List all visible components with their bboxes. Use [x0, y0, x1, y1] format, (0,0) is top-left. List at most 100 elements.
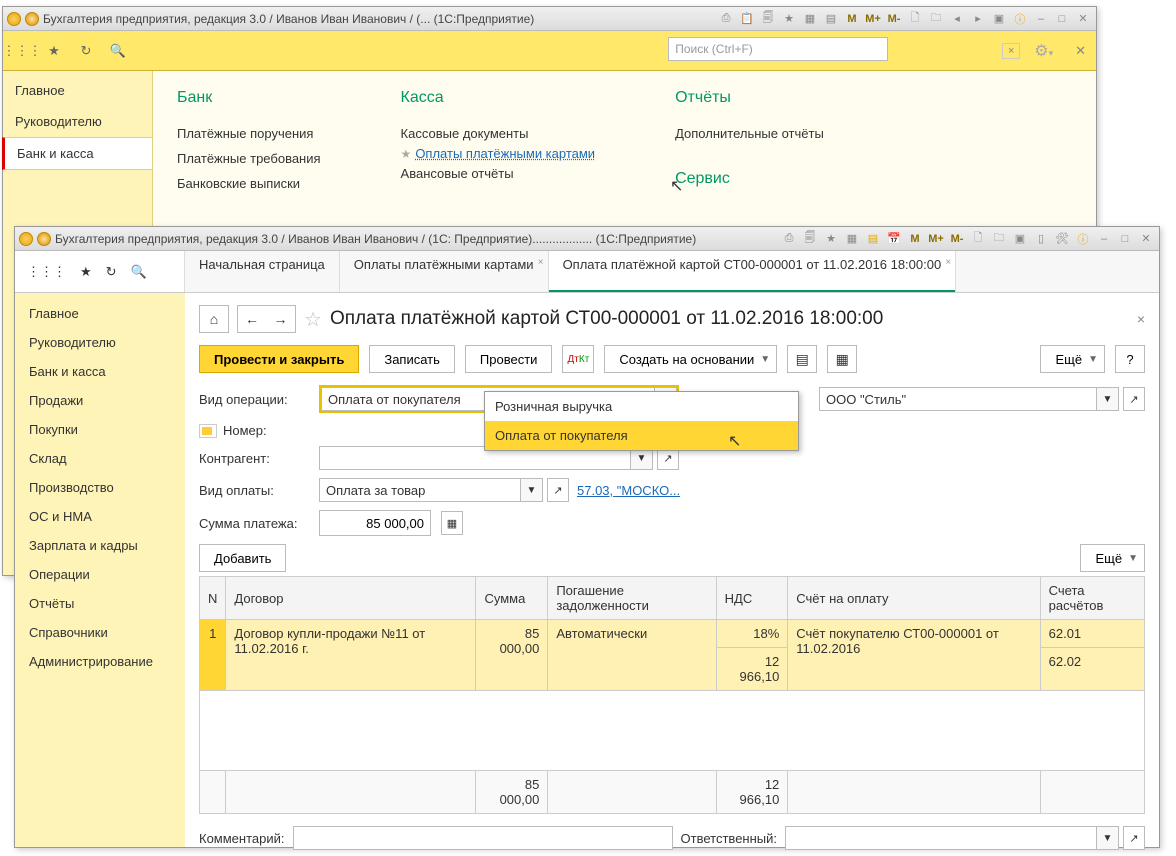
org-input[interactable]: ООО "Стиль": [819, 387, 1097, 411]
nav-item[interactable]: Отчёты: [15, 589, 185, 618]
dropdown-option-buyer[interactable]: Оплата от покупателя: [485, 421, 798, 450]
list-icon[interactable]: ▦: [827, 345, 857, 373]
home-button[interactable]: ⌂: [199, 305, 229, 333]
fwd-icon[interactable]: ▸: [969, 11, 987, 27]
tab-start-page[interactable]: Начальная страница: [185, 251, 340, 292]
maximize-icon[interactable]: □: [1116, 231, 1134, 247]
m-plus-icon[interactable]: M+: [864, 11, 882, 27]
link-additional-reports[interactable]: Дополнительные отчёты: [675, 121, 824, 146]
toolbar-icon[interactable]: ★: [780, 11, 798, 27]
th-contract[interactable]: Договор: [226, 577, 476, 620]
report-icon[interactable]: ▤: [787, 345, 817, 373]
calc-icon[interactable]: ▦: [441, 511, 463, 535]
toolbar-icon[interactable]: ▯: [1032, 231, 1050, 247]
back-button[interactable]: ←: [237, 305, 267, 333]
help-button[interactable]: ?: [1115, 345, 1145, 373]
nav-item[interactable]: Руководителю: [15, 328, 185, 357]
star-icon[interactable]: ★: [45, 42, 63, 60]
open-icon[interactable]: ↗: [1123, 826, 1145, 850]
cal-icon[interactable]: 📅: [885, 231, 903, 247]
tab-card-payments[interactable]: Оплаты платёжными картами×: [340, 251, 549, 292]
close-doc-icon[interactable]: ×: [1137, 311, 1145, 327]
account-link[interactable]: 57.03, "МОСКО...: [577, 483, 680, 498]
comment-input[interactable]: [293, 826, 673, 850]
nav-item[interactable]: Справочники: [15, 618, 185, 647]
nav-item[interactable]: Операции: [15, 560, 185, 589]
back-icon[interactable]: ◂: [948, 11, 966, 27]
toolbar-icon[interactable]: ▦: [801, 11, 819, 27]
create-based-button[interactable]: Создать на основании▼: [604, 345, 777, 373]
toolbar-icon[interactable]: 🗋: [969, 231, 987, 247]
th-invoice[interactable]: Счёт на оплату: [788, 577, 1040, 620]
nav-item-main[interactable]: Главное: [3, 75, 152, 106]
toolbar-icon[interactable]: ▣: [1011, 231, 1029, 247]
responsible-input[interactable]: [785, 826, 1097, 850]
search-icon[interactable]: 🔍: [131, 264, 147, 280]
nav-item[interactable]: Продажи: [15, 386, 185, 415]
apps-icon[interactable]: ⋮⋮⋮: [13, 42, 31, 60]
post-and-close-button[interactable]: Провести и закрыть: [199, 345, 359, 373]
toolbar-icon[interactable]: ▣: [990, 11, 1008, 27]
m-icon[interactable]: M: [843, 11, 861, 27]
favorite-star-icon[interactable]: ☆: [304, 307, 322, 332]
search-input[interactable]: Поиск (Ctrl+F): [668, 37, 888, 61]
clear-search-icon[interactable]: ×: [1002, 43, 1020, 59]
nav-item-manager[interactable]: Руководителю: [3, 106, 152, 137]
nav-item[interactable]: Покупки: [15, 415, 185, 444]
maximize-icon[interactable]: □: [1053, 11, 1071, 27]
open-icon[interactable]: ↗: [1123, 387, 1145, 411]
nav-item[interactable]: Администрирование: [15, 647, 185, 676]
link-bank-statements[interactable]: Банковские выписки: [177, 171, 321, 196]
toolbar-icon[interactable]: 🗐: [801, 231, 819, 247]
nav-item[interactable]: Зарплата и кадры: [15, 531, 185, 560]
tab-current-doc[interactable]: Оплата платёжной картой СТ00-000001 от 1…: [549, 251, 957, 292]
toolbar-icon[interactable]: 🗐: [759, 11, 777, 27]
toolbar-icon[interactable]: 🗀: [990, 231, 1008, 247]
star-icon[interactable]: ★: [80, 264, 92, 280]
toolbar-icon[interactable]: 🗋: [906, 11, 924, 27]
toolbar-icon[interactable]: ⎙: [717, 11, 735, 27]
tab-close-icon[interactable]: ×: [945, 255, 951, 270]
pay-type-input[interactable]: Оплата за товар: [319, 478, 521, 502]
toolbar-icon[interactable]: ▦: [843, 231, 861, 247]
search-icon[interactable]: 🔍: [109, 42, 127, 60]
toolbar-icon[interactable]: ⎙: [780, 231, 798, 247]
link-payment-demands[interactable]: Платёжные требования: [177, 146, 321, 171]
post-button[interactable]: Провести: [465, 345, 553, 373]
info-icon[interactable]: ⓘ: [1074, 231, 1092, 247]
m-icon[interactable]: M: [906, 231, 924, 247]
nav-item[interactable]: ОС и НМА: [15, 502, 185, 531]
history-icon[interactable]: ↻: [77, 42, 95, 60]
gear-icon[interactable]: ⚙▾: [1034, 41, 1053, 61]
dropdown-icon[interactable]: ▼: [1097, 387, 1119, 411]
sum-input[interactable]: [319, 510, 431, 536]
table-row[interactable]: 1 Договор купли-продажи №11 от 11.02.201…: [200, 620, 1145, 648]
add-button[interactable]: Добавить: [199, 544, 286, 572]
close-panel-icon[interactable]: ✕: [1075, 43, 1086, 59]
nav-item-bank[interactable]: Банк и касса: [2, 137, 152, 170]
close-icon[interactable]: ✕: [1137, 231, 1155, 247]
nav-item[interactable]: Производство: [15, 473, 185, 502]
forward-button[interactable]: →: [266, 305, 296, 333]
nav-item[interactable]: Склад: [15, 444, 185, 473]
toolbar-icon[interactable]: 📋: [738, 11, 756, 27]
tools-icon[interactable]: 🛠: [1053, 231, 1071, 247]
open-icon[interactable]: ↗: [547, 478, 569, 502]
link-card-payments[interactable]: Оплаты платёжными картами: [415, 141, 595, 166]
dropdown-icon[interactable]: ▼: [1097, 826, 1119, 850]
calc-icon[interactable]: ▤: [864, 231, 882, 247]
save-button[interactable]: Записать: [369, 345, 455, 373]
th-sum[interactable]: Сумма: [476, 577, 548, 620]
history-icon[interactable]: ↻: [106, 264, 117, 280]
m-plus-icon[interactable]: M+: [927, 231, 945, 247]
minimize-icon[interactable]: –: [1032, 11, 1050, 27]
more-button-2[interactable]: Ещё▼: [1080, 544, 1145, 572]
th-nds[interactable]: НДС: [716, 577, 788, 620]
more-button[interactable]: Ещё▼: [1040, 345, 1105, 373]
m-minus-icon[interactable]: M-: [948, 231, 966, 247]
info-icon[interactable]: ⓘ: [1011, 11, 1029, 27]
tab-close-icon[interactable]: ×: [538, 255, 544, 270]
nav-item[interactable]: Главное: [15, 299, 185, 328]
toolbar-icon[interactable]: 🗀: [927, 11, 945, 27]
close-icon[interactable]: ✕: [1074, 11, 1092, 27]
